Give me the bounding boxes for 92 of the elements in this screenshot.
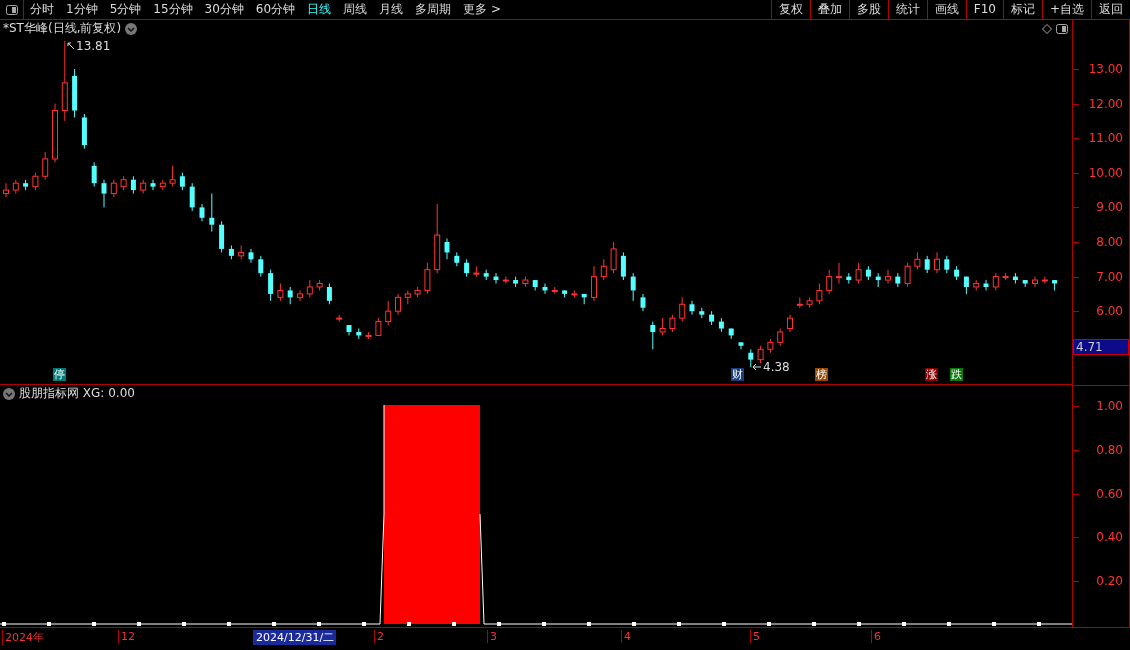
candlestick bbox=[885, 269, 891, 285]
event-marker[interactable]: 停 bbox=[53, 368, 66, 381]
candlestick bbox=[591, 265, 597, 302]
price-axis-label: 10.00 bbox=[1088, 165, 1123, 180]
price-axis-label: 6.00 bbox=[1096, 304, 1123, 319]
date-axis-label: 2024/12/31/二 bbox=[253, 630, 337, 645]
high-price-label: 13.81 bbox=[76, 39, 111, 53]
period-tab[interactable]: 1分钟 bbox=[60, 0, 104, 19]
candlestick bbox=[42, 151, 49, 181]
dropdown-icon[interactable] bbox=[3, 387, 15, 400]
event-marker[interactable]: 财 bbox=[731, 368, 744, 381]
date-axis-label: 5 bbox=[750, 630, 762, 643]
price-axis-label: 12.00 bbox=[1088, 96, 1123, 111]
toolbar-button[interactable]: 复权 bbox=[770, 0, 810, 19]
candlestick bbox=[600, 258, 607, 281]
period-tab[interactable]: 60分钟 bbox=[249, 0, 302, 19]
price-axis-label: 11.00 bbox=[1088, 131, 1123, 146]
period-tab[interactable]: 月线 bbox=[373, 0, 410, 19]
date-axis-label: 6 bbox=[871, 630, 883, 643]
price-axis-label: 13.00 bbox=[1088, 62, 1123, 76]
arrow-icon bbox=[67, 42, 75, 50]
panel-icon[interactable] bbox=[1056, 23, 1068, 34]
period-tab[interactable]: 日线 bbox=[301, 0, 338, 19]
candlestick bbox=[3, 182, 9, 198]
candlestick bbox=[326, 283, 332, 305]
date-axis-label: 12 bbox=[118, 630, 137, 643]
candlestick bbox=[796, 296, 803, 309]
indicator-axis-label: 1.00 bbox=[1096, 399, 1123, 413]
period-tab[interactable]: 周线 bbox=[337, 0, 374, 19]
candlestick bbox=[650, 321, 656, 350]
candlestick bbox=[101, 179, 107, 208]
toolbar-button[interactable]: +自选 bbox=[1041, 0, 1091, 19]
current-price-box: 4.71 bbox=[1073, 339, 1129, 355]
candlestick bbox=[444, 238, 450, 260]
toolbar-button[interactable]: 叠加 bbox=[809, 0, 849, 19]
indicator-axis-label: 0.40 bbox=[1096, 530, 1123, 545]
period-tab[interactable]: 更多 > bbox=[457, 0, 507, 19]
toolbar-button[interactable]: F10 bbox=[965, 0, 1003, 19]
toolbar-button[interactable]: 多股 bbox=[848, 0, 888, 19]
candlestick bbox=[904, 262, 911, 288]
candlestick bbox=[150, 179, 156, 191]
toolbar-button[interactable]: 画线 bbox=[926, 0, 966, 19]
event-marker[interactable]: 涨 bbox=[925, 368, 938, 381]
candlestick bbox=[209, 193, 215, 233]
candlestick bbox=[679, 296, 686, 323]
period-tab[interactable]: 多周期 bbox=[409, 0, 458, 19]
candlestick bbox=[395, 293, 401, 316]
candlestick bbox=[297, 289, 303, 302]
toolbar-button[interactable]: 统计 bbox=[887, 0, 927, 19]
indicator-axis-label: 0.80 bbox=[1096, 442, 1123, 457]
date-axis-label: 2024年 bbox=[2, 630, 46, 645]
indicator-title: 股朋指标网 XG: 0.00 bbox=[19, 385, 135, 402]
candlestick bbox=[1032, 276, 1038, 288]
candlestick bbox=[689, 300, 695, 316]
candlestick bbox=[268, 269, 274, 302]
candlestick bbox=[610, 241, 617, 274]
candlestick bbox=[385, 300, 392, 326]
candlestick bbox=[826, 269, 833, 295]
period-tab[interactable]: 5分钟 bbox=[103, 0, 148, 19]
candlestick bbox=[169, 165, 176, 188]
candlestick bbox=[91, 161, 97, 188]
candlestick bbox=[836, 262, 842, 285]
diamond-icon[interactable] bbox=[1042, 23, 1052, 34]
stock-title: *ST华峰(日线,前复权) bbox=[3, 20, 122, 37]
candlestick bbox=[189, 182, 195, 212]
price-axis-label: 8.00 bbox=[1096, 235, 1123, 249]
arrow-icon bbox=[752, 363, 762, 371]
panel-icon bbox=[5, 4, 18, 15]
date-axis-label: 3 bbox=[487, 630, 499, 643]
price-axis-label: 7.00 bbox=[1096, 269, 1123, 284]
period-tab[interactable]: 分时 bbox=[24, 0, 60, 19]
candlestick bbox=[855, 262, 862, 285]
period-tab[interactable]: 15分钟 bbox=[147, 0, 199, 19]
event-marker[interactable]: 榜 bbox=[815, 368, 828, 381]
candlestick bbox=[816, 283, 823, 305]
candlestick bbox=[424, 262, 431, 295]
indicator-axis-label: 0.60 bbox=[1096, 486, 1123, 501]
candlestick bbox=[620, 251, 626, 281]
price-axis-label: 9.00 bbox=[1096, 200, 1123, 215]
event-marker[interactable]: 跌 bbox=[950, 368, 963, 381]
date-axis-label: 4 bbox=[621, 630, 633, 643]
candlestick bbox=[248, 248, 254, 264]
period-tab[interactable]: 30分钟 bbox=[198, 0, 250, 19]
indicator-axis-label: 0.20 bbox=[1096, 574, 1123, 589]
toolbar-button[interactable]: 返回 bbox=[1091, 0, 1130, 19]
candlestick bbox=[934, 251, 940, 274]
candlestick bbox=[630, 272, 636, 302]
toolbar-button[interactable]: 标记 bbox=[1002, 0, 1042, 19]
candlestick bbox=[258, 255, 264, 278]
dropdown-icon[interactable] bbox=[125, 22, 138, 35]
date-axis-label: 2 bbox=[374, 630, 386, 643]
low-price-label: 4.38 bbox=[763, 360, 790, 374]
